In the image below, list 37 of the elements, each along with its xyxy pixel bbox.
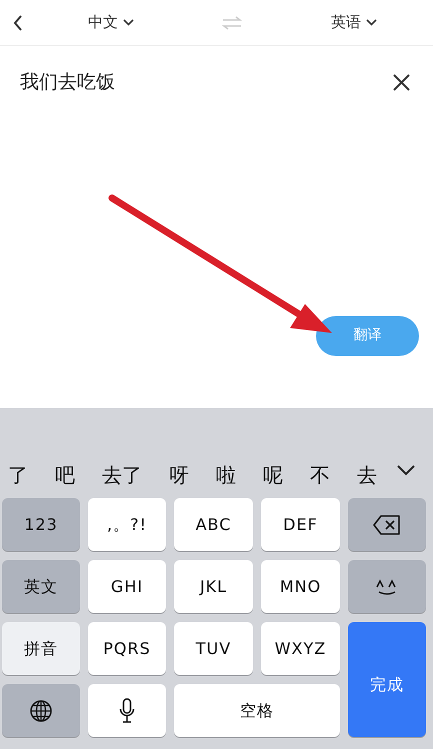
microphone-icon <box>119 698 135 724</box>
candidate-word[interactable]: 呀 <box>169 460 189 490</box>
keyboard-key[interactable]: TUV <box>174 622 253 675</box>
keyboard-key[interactable]: PQRS <box>88 622 166 675</box>
keyboard-key[interactable]: ABC <box>174 498 253 551</box>
done-key[interactable]: 完成 <box>348 622 426 737</box>
candidate-word[interactable]: 不 <box>310 460 330 490</box>
keyboard-key[interactable]: MNO <box>261 560 340 613</box>
voice-key[interactable] <box>88 684 166 737</box>
keyboard-key[interactable]: DEF <box>261 498 340 551</box>
keyboard-key[interactable]: 123 <box>2 498 80 551</box>
candidate-word[interactable]: 啦 <box>216 460 236 490</box>
close-icon[interactable] <box>393 74 410 91</box>
input-field[interactable]: 我们去吃饭 <box>20 68 393 96</box>
chevron-down-icon <box>123 19 134 26</box>
keyboard-key[interactable]: WXYZ <box>261 622 340 675</box>
keyboard-key[interactable]: 拼音 <box>2 622 80 675</box>
keyboard-key[interactable]: 英文 <box>2 560 80 613</box>
back-icon[interactable] <box>12 14 24 32</box>
keyboard-switch-key[interactable] <box>2 684 80 737</box>
keyboard-key[interactable]: GHI <box>88 560 166 613</box>
candidate-word[interactable]: 呢 <box>263 460 283 490</box>
keyboard-key[interactable]: JKL <box>174 560 253 613</box>
delete-key[interactable] <box>348 498 426 551</box>
target-language-selector[interactable]: 英语 <box>330 11 377 34</box>
candidate-word[interactable]: 吧 <box>55 460 75 490</box>
globe-icon <box>29 698 53 722</box>
emoticon-icon <box>376 578 398 594</box>
chevron-down-icon <box>366 19 377 26</box>
candidate-word[interactable]: 去了 <box>102 460 142 490</box>
keyboard-key[interactable]: ,。?! <box>88 498 166 551</box>
expand-icon[interactable] <box>397 465 415 476</box>
candidate-word[interactable]: 去 <box>357 460 377 490</box>
candidate-word[interactable]: 了 <box>8 460 28 490</box>
backspace-icon <box>373 514 401 534</box>
source-language-selector[interactable]: 中文 <box>88 11 134 34</box>
space-key[interactable]: 空格 <box>174 684 340 737</box>
